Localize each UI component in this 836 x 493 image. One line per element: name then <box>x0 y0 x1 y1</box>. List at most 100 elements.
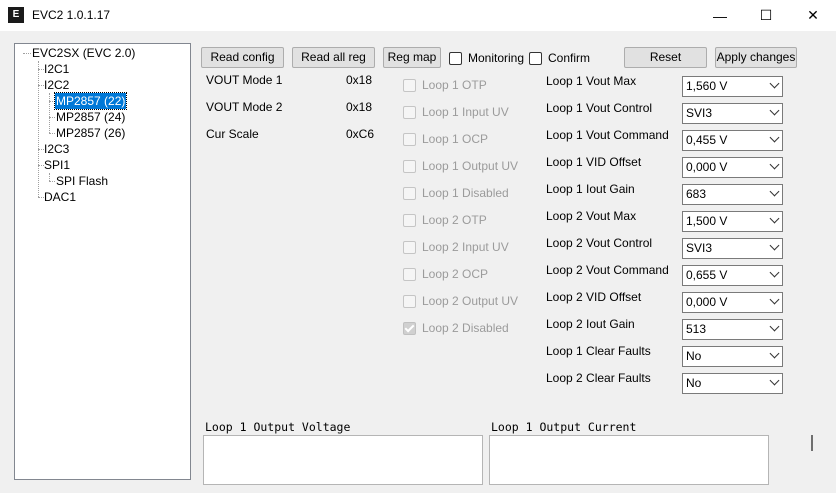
tree-item-spi1[interactable]: SPI1 <box>44 157 70 173</box>
status-flag-checkbox: Loop 2 Input UV <box>403 240 509 254</box>
param-combo-loop1-iout-gain[interactable]: 683 <box>682 184 783 205</box>
tree-item-mp2857-26[interactable]: MP2857 (26) <box>56 125 125 141</box>
status-flag-label: Loop 2 Input UV <box>422 240 509 254</box>
tree-connector <box>49 181 55 182</box>
tree-item-spi-flash[interactable]: SPI Flash <box>56 173 108 189</box>
param-combo-loop1-vout-command[interactable]: 0,455 V <box>682 130 783 151</box>
tree-item-i2c2[interactable]: I2C2 <box>44 77 69 93</box>
param-label: Loop 1 Clear Faults <box>546 344 651 358</box>
status-flag-checkbox: Loop 2 OCP <box>403 267 488 281</box>
param-combo-loop2-clear-faults[interactable]: No <box>682 373 783 394</box>
maximize-button[interactable]: ☐ <box>743 0 789 31</box>
chevron-down-icon[interactable] <box>769 375 780 386</box>
chevron-down-icon[interactable] <box>769 78 780 89</box>
status-flag-label: Loop 1 OCP <box>422 132 489 146</box>
reset-button[interactable]: Reset <box>624 47 707 68</box>
tree-item-i2c1[interactable]: I2C1 <box>44 61 69 77</box>
param-label: Loop 1 Vout Max <box>546 74 637 88</box>
device-tree[interactable]: EVC2SX (EVC 2.0) I2C1 I2C2 MP2857 (22) M… <box>14 43 191 480</box>
minimize-button[interactable]: — <box>697 0 743 31</box>
tree-connector <box>23 53 31 54</box>
monitoring-label: Monitoring <box>468 51 525 65</box>
combo-value: 0,655 V <box>686 268 728 282</box>
current-plot-area <box>489 435 769 485</box>
chevron-down-icon[interactable] <box>769 267 780 278</box>
chevron-down-icon[interactable] <box>769 348 780 359</box>
apply-changes-button[interactable]: Apply changes <box>715 47 797 68</box>
param-label: Loop 2 Vout Control <box>546 236 653 250</box>
confirm-label: Confirm <box>548 51 591 65</box>
combo-value: SVI3 <box>686 241 713 255</box>
tree-connector <box>49 93 50 133</box>
tree-item-root[interactable]: EVC2SX (EVC 2.0) <box>32 45 135 61</box>
close-button[interactable]: ✕ <box>790 0 836 31</box>
param-label: Loop 2 Iout Gain <box>546 317 635 331</box>
monitoring-checkbox[interactable]: Monitoring <box>449 51 524 65</box>
confirm-checkbox[interactable]: Confirm <box>529 51 590 65</box>
combo-value: No <box>686 376 702 390</box>
param-label: Loop 1 Vout Control <box>546 101 653 115</box>
param-combo-loop1-vout-max[interactable]: 1,560 V <box>682 76 783 97</box>
checkbox-box[interactable] <box>529 51 542 65</box>
combo-value: 0,000 V <box>686 295 728 309</box>
tree-connector <box>49 133 55 134</box>
checkbox-box <box>403 186 416 200</box>
status-flag-checkbox: Loop 1 OTP <box>403 78 487 92</box>
tree-connector <box>49 117 55 118</box>
status-flag-checkbox: Loop 2 Output UV <box>403 294 518 308</box>
status-flag-label: Loop 1 Output UV <box>422 159 519 173</box>
param-label: Loop 2 Vout Command <box>546 263 669 277</box>
combo-value: 0,455 V <box>686 133 728 147</box>
param-label: Loop 1 Iout Gain <box>546 182 635 196</box>
tree-item-dac1[interactable]: DAC1 <box>44 189 76 205</box>
read-all-reg-button[interactable]: Read all reg <box>292 47 375 68</box>
chevron-down-icon[interactable] <box>769 186 780 197</box>
status-flag-label: Loop 2 OCP <box>422 267 489 281</box>
chevron-down-icon[interactable] <box>769 321 780 332</box>
param-combo-loop2-vout-command[interactable]: 0,655 V <box>682 265 783 286</box>
param-label: Loop 1 VID Offset <box>546 155 642 169</box>
chevron-down-icon[interactable] <box>769 240 780 251</box>
combo-value: SVI3 <box>686 106 713 120</box>
chevron-down-icon[interactable] <box>769 159 780 170</box>
param-label: Loop 1 Vout Command <box>546 128 669 142</box>
register-label: VOUT Mode 1 <box>206 73 283 87</box>
chevron-down-icon[interactable] <box>769 213 780 224</box>
combo-value: 0,000 V <box>686 160 728 174</box>
checkbox-box[interactable] <box>449 51 462 65</box>
chevron-down-icon[interactable] <box>769 132 780 143</box>
scrollbar-thumb[interactable] <box>811 435 813 451</box>
param-combo-loop1-vout-control[interactable]: SVI3 <box>682 103 783 124</box>
reg-map-button[interactable]: Reg map <box>383 47 441 68</box>
register-value: 0xC6 <box>346 127 375 141</box>
param-combo-loop2-iout-gain[interactable]: 513 <box>682 319 783 340</box>
voltage-plot-title: Loop 1 Output Voltage <box>205 420 351 434</box>
tree-item-mp2857-24[interactable]: MP2857 (24) <box>56 109 125 125</box>
param-combo-loop2-vout-control[interactable]: SVI3 <box>682 238 783 259</box>
status-flag-checkbox: Loop 1 Disabled <box>403 186 509 200</box>
checkbox-box <box>403 213 416 227</box>
chevron-down-icon[interactable] <box>769 294 780 305</box>
vertical-scrollbar[interactable] <box>806 417 819 480</box>
status-flag-checkbox: Loop 1 Output UV <box>403 159 518 173</box>
combo-value: 1,560 V <box>686 79 728 93</box>
tree-item-i2c3[interactable]: I2C3 <box>44 141 69 157</box>
checkbox-box <box>403 267 416 281</box>
combo-value: 513 <box>686 322 707 336</box>
status-flag-checkbox: Loop 2 Disabled <box>403 321 509 335</box>
param-label: Loop 2 Vout Max <box>546 209 637 223</box>
title-bar: E EVC2 1.0.1.17 — ☐ ✕ <box>0 0 836 31</box>
param-combo-loop2-vout-max[interactable]: 1,500 V <box>682 211 783 232</box>
param-combo-loop1-vid-offset[interactable]: 0,000 V <box>682 157 783 178</box>
checkbox-box <box>403 105 416 119</box>
register-label: VOUT Mode 2 <box>206 100 283 114</box>
register-value: 0x18 <box>346 73 373 87</box>
chevron-down-icon[interactable] <box>769 105 780 116</box>
tree-item-mp2857-22[interactable]: MP2857 (22) <box>53 92 128 110</box>
param-combo-loop2-vid-offset[interactable]: 0,000 V <box>682 292 783 313</box>
read-config-button[interactable]: Read config <box>201 47 284 68</box>
checkbox-box <box>403 132 416 146</box>
check-icon <box>404 322 415 332</box>
param-combo-loop1-clear-faults[interactable]: No <box>682 346 783 367</box>
window-title: EVC2 1.0.1.17 <box>32 8 111 22</box>
